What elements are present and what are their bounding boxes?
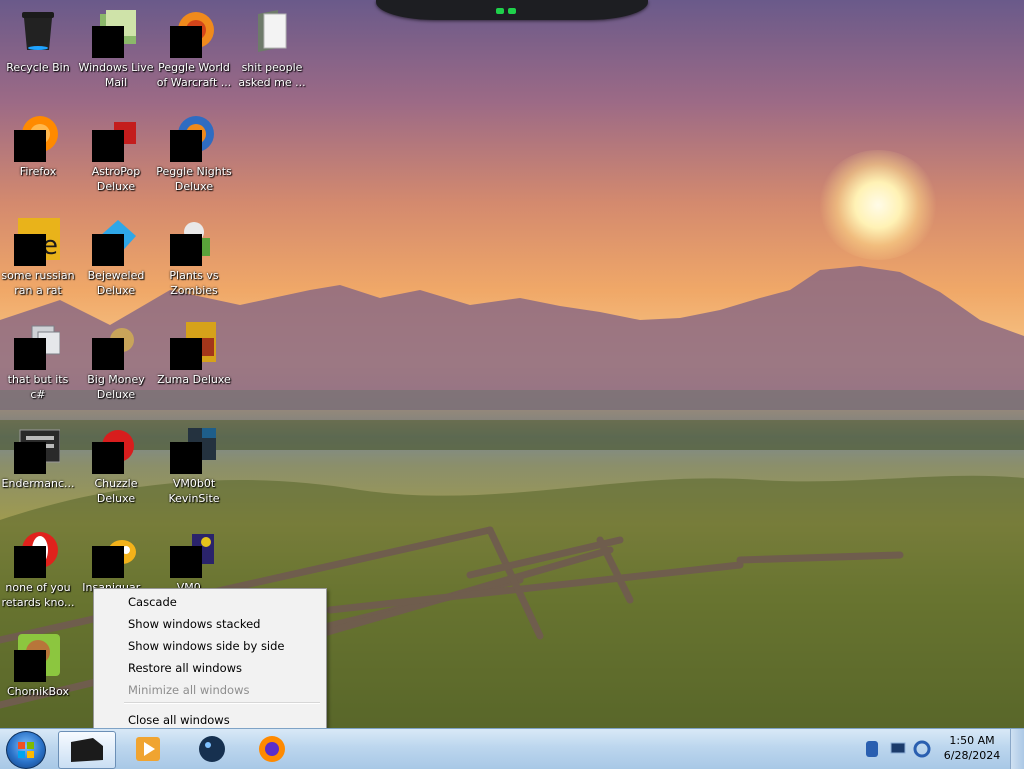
- redacted-icon-box: [92, 26, 124, 58]
- folder-icon: [71, 738, 103, 762]
- desktop-icon-windows-live-mail[interactable]: Windows Live Mail: [78, 4, 154, 100]
- redacted-icon-box: [14, 130, 46, 162]
- desktop-icon-shit-people-asked[interactable]: shit people asked me ...: [234, 4, 310, 100]
- desktop-icon-russian-rat[interactable]: e some russian ran a rat: [0, 212, 76, 308]
- redacted-icon-box: [92, 234, 124, 266]
- redacted-icon-box: [14, 546, 46, 578]
- clock-date: 6/28/2024: [943, 749, 1001, 762]
- taskbar: 1:50 AM 6/28/2024: [0, 728, 1024, 769]
- desktop-icon-chomikbox[interactable]: ChomikBox: [0, 628, 76, 724]
- desktop-icon-recycle-bin[interactable]: Recycle Bin: [0, 4, 76, 100]
- desktop-icon-that-but-csharp[interactable]: that but its c#: [0, 316, 76, 412]
- menu-item-minimize-all-windows: Minimize all windows: [128, 683, 250, 697]
- desktop-icon-none-of-you[interactable]: none of you retards kno...: [0, 524, 76, 620]
- redacted-icon-box: [14, 442, 46, 474]
- bluetooth-tray-button[interactable]: [862, 739, 882, 759]
- sync-tray-button[interactable]: [912, 739, 932, 759]
- redacted-icon-box: [92, 442, 124, 474]
- recycle-bin-icon: [22, 12, 54, 50]
- clock-time: 1:50 AM: [949, 734, 995, 747]
- folder-icon: [258, 10, 287, 52]
- redacted-icon-box: [92, 338, 124, 370]
- status-light-icon: [496, 8, 504, 14]
- redacted-icon-box: [14, 338, 46, 370]
- firefox-taskbar-button[interactable]: [244, 731, 300, 767]
- desktop-icon-bejeweled[interactable]: Bejeweled Deluxe: [78, 212, 154, 308]
- explorer-taskbar-button[interactable]: [58, 731, 116, 769]
- system-clock[interactable]: 1:50 AM 6/28/2024: [940, 733, 1004, 763]
- redacted-icon-box: [170, 546, 202, 578]
- desktop-icon-endermanc[interactable]: Endermanc...: [0, 420, 76, 516]
- redacted-icon-box: [14, 650, 46, 682]
- firefox-icon: [259, 736, 285, 762]
- menu-item-cascade[interactable]: Cascade: [96, 592, 322, 612]
- media-player-taskbar-button[interactable]: [120, 731, 176, 767]
- menu-item-show-windows-side-by-side[interactable]: Show windows side by side: [96, 636, 322, 656]
- redacted-icon-box: [92, 546, 124, 578]
- desktop-icon-astropop[interactable]: AstroPop Deluxe: [78, 108, 154, 204]
- desktop-icon-big-money[interactable]: Big Money Deluxe: [78, 316, 154, 412]
- media-player-icon: [136, 737, 160, 761]
- show-desktop-button[interactable]: [1010, 729, 1024, 769]
- desktop-icon-vm0b0t[interactable]: VM0b0t KevinSite: [156, 420, 232, 516]
- menu-separator: [124, 702, 320, 704]
- windows-logo-icon: [18, 742, 34, 758]
- redacted-icon-box: [170, 130, 202, 162]
- desktop-icon-zuma[interactable]: Zuma Deluxe: [156, 316, 232, 412]
- desktop-icon-firefox[interactable]: Firefox: [0, 108, 76, 204]
- redacted-icon-box: [170, 338, 202, 370]
- network-icon: [890, 742, 906, 754]
- top-notch-bar: [376, 0, 648, 20]
- redacted-icon-box: [170, 234, 202, 266]
- desktop-icon-plants-vs-zombies[interactable]: Plants vs Zombies: [156, 212, 232, 308]
- redacted-icon-box: [14, 234, 46, 266]
- globe-icon: [199, 736, 225, 762]
- taskbar-context-menu: Cascade Show windows stacked Show window…: [93, 588, 327, 728]
- desktop-icon-chuzzle[interactable]: Chuzzle Deluxe: [78, 420, 154, 516]
- sync-icon: [913, 740, 931, 758]
- menu-item-show-windows-stacked[interactable]: Show windows stacked: [96, 614, 322, 634]
- network-tray-button[interactable]: [888, 739, 908, 759]
- desktop-icon-peggle-wow[interactable]: Peggle World of Warcraft ...: [156, 4, 232, 100]
- desktop-wallpaper[interactable]: Recycle Bin Firefox e some russian ran a…: [0, 0, 1024, 728]
- desktop-icon-peggle-nights[interactable]: Peggle Nights Deluxe: [156, 108, 232, 204]
- redacted-icon-box: [170, 442, 202, 474]
- start-button[interactable]: [6, 731, 46, 769]
- globe-taskbar-button[interactable]: [184, 731, 240, 767]
- redacted-icon-box: [92, 130, 124, 162]
- redacted-icon-box: [170, 26, 202, 58]
- menu-item-close-all-windows[interactable]: Close all windows: [96, 710, 322, 728]
- menu-item-restore-all-windows[interactable]: Restore all windows: [96, 658, 322, 678]
- bluetooth-icon: [866, 741, 878, 757]
- status-light-icon: [508, 8, 516, 14]
